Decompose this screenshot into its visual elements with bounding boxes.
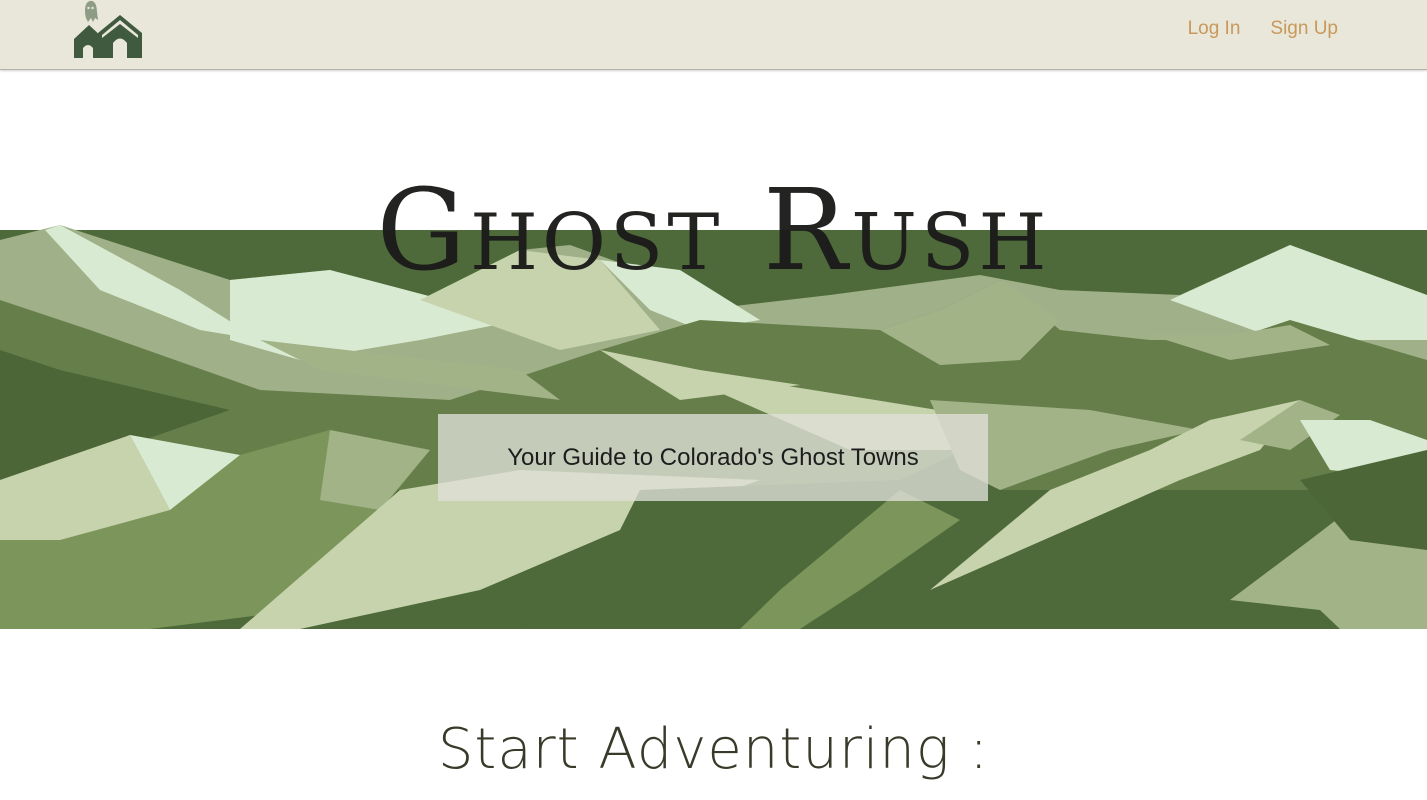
top-navbar: Log In Sign Up — [0, 0, 1427, 70]
login-link[interactable]: Log In — [1188, 18, 1241, 40]
hero-tagline: Your Guide to Colorado's Ghost Towns — [507, 443, 919, 471]
tagline-box: Your Guide to Colorado's Ghost Towns — [438, 414, 988, 501]
nav-links: Log In Sign Up — [1188, 18, 1338, 40]
ghost-houses-logo-icon — [74, 0, 142, 58]
hero-title: Ghost Rush — [376, 166, 1051, 296]
mountain-background — [0, 225, 1427, 629]
signup-link[interactable]: Sign Up — [1270, 18, 1338, 40]
section-title: Start Adventuring : — [437, 717, 990, 782]
logo[interactable] — [72, 0, 144, 62]
hero-banner: Ghost Rush Your Guide to Colorado's Ghos… — [0, 70, 1427, 629]
